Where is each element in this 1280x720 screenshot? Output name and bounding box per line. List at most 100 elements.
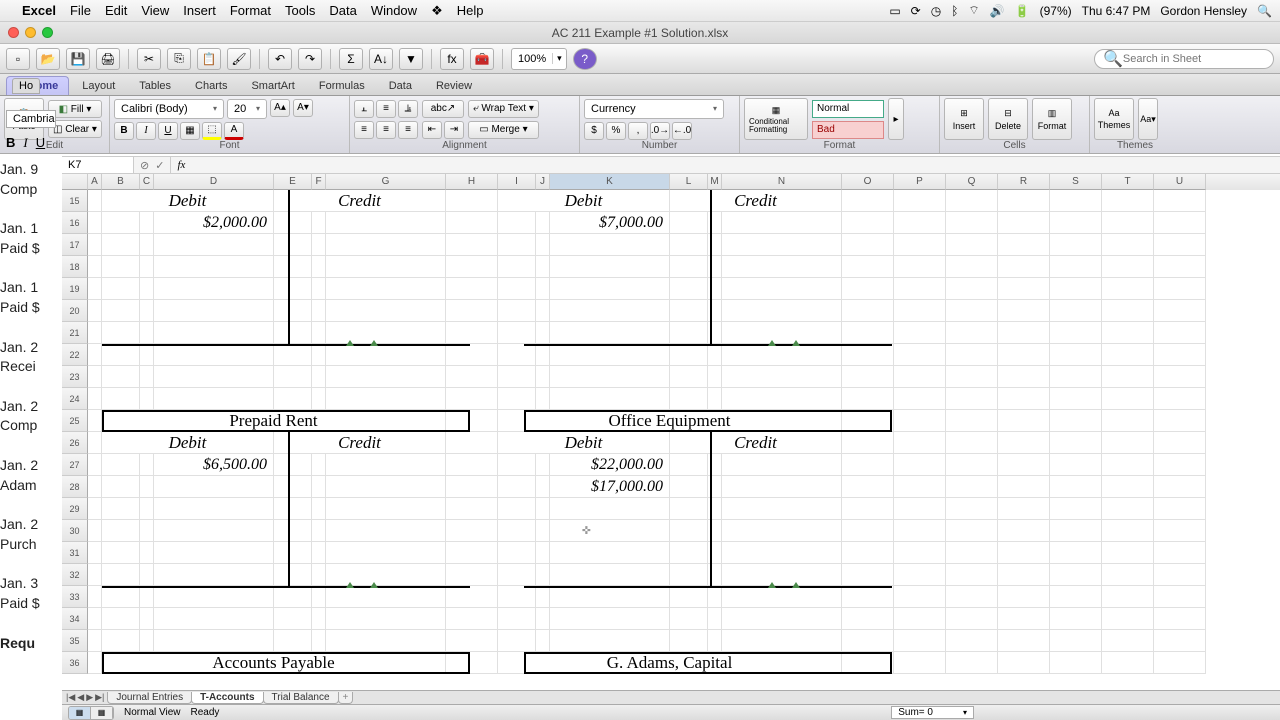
cell-C30[interactable] (140, 520, 154, 542)
sheet-tab-trial[interactable]: Trial Balance (263, 692, 339, 704)
cell-N21[interactable] (722, 322, 842, 344)
cell-D20[interactable] (154, 300, 274, 322)
cell-L18[interactable] (670, 256, 708, 278)
autosum-icon[interactable]: Σ (339, 48, 363, 70)
cell-F23[interactable] (312, 366, 326, 388)
cell-U26[interactable] (1154, 432, 1206, 454)
cell-Q33[interactable] (946, 586, 998, 608)
cell-T23[interactable] (1102, 366, 1154, 388)
menu-view[interactable]: View (141, 3, 169, 18)
cell-B28[interactable] (102, 476, 140, 498)
col-K[interactable]: K (550, 174, 670, 190)
close-icon[interactable] (8, 27, 19, 38)
cell-B32[interactable] (102, 564, 140, 586)
row-header[interactable]: 31 (62, 542, 88, 564)
cell-D18[interactable] (154, 256, 274, 278)
cell-D27[interactable]: $6,500.00 (154, 454, 274, 476)
cell-O30[interactable] (842, 520, 894, 542)
cell-P27[interactable] (894, 454, 946, 476)
cell-I31[interactable] (498, 542, 536, 564)
cell-K31[interactable] (550, 542, 670, 564)
cell-I23[interactable] (498, 366, 536, 388)
cell-F28[interactable] (312, 476, 326, 498)
align-right-icon[interactable]: ≡ (398, 121, 418, 139)
cell-I35[interactable] (498, 630, 536, 652)
styles-more-icon[interactable]: ▸ (888, 98, 904, 140)
menu-insert[interactable]: Insert (183, 3, 216, 18)
cell-D34[interactable] (154, 608, 274, 630)
cell-S29[interactable] (1050, 498, 1102, 520)
cell-C21[interactable] (140, 322, 154, 344)
cell-A16[interactable] (88, 212, 102, 234)
cell-R31[interactable] (998, 542, 1050, 564)
cell-Q29[interactable] (946, 498, 998, 520)
cell-A36[interactable] (88, 652, 102, 674)
cell-U17[interactable] (1154, 234, 1206, 256)
style-bad[interactable]: Bad (812, 121, 884, 139)
cell-K23[interactable] (550, 366, 670, 388)
cell-I16[interactable] (498, 212, 536, 234)
add-sheet-icon[interactable]: + (338, 692, 354, 704)
cell-R29[interactable] (998, 498, 1050, 520)
col-B[interactable]: B (102, 174, 140, 190)
cell-S23[interactable] (1050, 366, 1102, 388)
cell-B20[interactable] (102, 300, 140, 322)
cell-S21[interactable] (1050, 322, 1102, 344)
decrease-decimal-icon[interactable]: ←.0 (672, 122, 692, 140)
enter-formula-icon[interactable]: ✓ (155, 159, 164, 172)
cell-A27[interactable] (88, 454, 102, 476)
cell-U30[interactable] (1154, 520, 1206, 542)
cell-P33[interactable] (894, 586, 946, 608)
row-header[interactable]: 20 (62, 300, 88, 322)
cell-O33[interactable] (842, 586, 894, 608)
cell-N29[interactable] (722, 498, 842, 520)
cell-T27[interactable] (1102, 454, 1154, 476)
cell-C19[interactable] (140, 278, 154, 300)
tab-layout[interactable]: Layout (71, 76, 126, 95)
cell-R15[interactable] (998, 190, 1050, 212)
cell-P31[interactable] (894, 542, 946, 564)
cell-P30[interactable] (894, 520, 946, 542)
cell-M35[interactable] (708, 630, 722, 652)
themes-button[interactable]: AaThemes (1094, 98, 1134, 140)
cell-H26[interactable] (446, 432, 498, 454)
cell-H28[interactable] (446, 476, 498, 498)
cell-A33[interactable] (88, 586, 102, 608)
outdent-icon[interactable]: ⇤ (422, 121, 442, 139)
cell-F33[interactable] (312, 586, 326, 608)
cell-D33[interactable] (154, 586, 274, 608)
align-middle-icon[interactable]: ≡ (376, 100, 396, 118)
user-name[interactable]: Gordon Hensley (1160, 4, 1247, 18)
conditional-formatting-button[interactable]: ▦Conditional Formatting (744, 98, 808, 140)
cell-U16[interactable] (1154, 212, 1206, 234)
cell-S36[interactable] (1050, 652, 1102, 674)
cell-P26[interactable] (894, 432, 946, 454)
cell-J29[interactable] (536, 498, 550, 520)
cell-A29[interactable] (88, 498, 102, 520)
cell-E15[interactable]: Credit (274, 190, 446, 212)
cell-C27[interactable] (140, 454, 154, 476)
cell-Q30[interactable] (946, 520, 998, 542)
cell-G34[interactable] (326, 608, 446, 630)
bluetooth-icon[interactable]: ᛒ (951, 4, 958, 18)
cell-N20[interactable] (722, 300, 842, 322)
first-sheet-icon[interactable]: |◀ (66, 692, 75, 703)
cell-E32[interactable] (274, 564, 312, 586)
cell-J16[interactable] (536, 212, 550, 234)
copy-icon[interactable]: ⎘ (167, 48, 191, 70)
cell-K33[interactable] (550, 586, 670, 608)
cell-M33[interactable] (708, 586, 722, 608)
cell-N35[interactable] (722, 630, 842, 652)
cell-A35[interactable] (88, 630, 102, 652)
cell-S26[interactable] (1050, 432, 1102, 454)
cell-T30[interactable] (1102, 520, 1154, 542)
cell-D23[interactable] (154, 366, 274, 388)
increase-decimal-icon[interactable]: .0→ (650, 122, 670, 140)
cell-G22[interactable] (326, 344, 446, 366)
cell-I21[interactable] (498, 322, 536, 344)
cell-O31[interactable] (842, 542, 894, 564)
cell-N31[interactable] (722, 542, 842, 564)
zoom-control[interactable]: 100%▾ (511, 48, 567, 70)
cell-F17[interactable] (312, 234, 326, 256)
cell-K24[interactable] (550, 388, 670, 410)
